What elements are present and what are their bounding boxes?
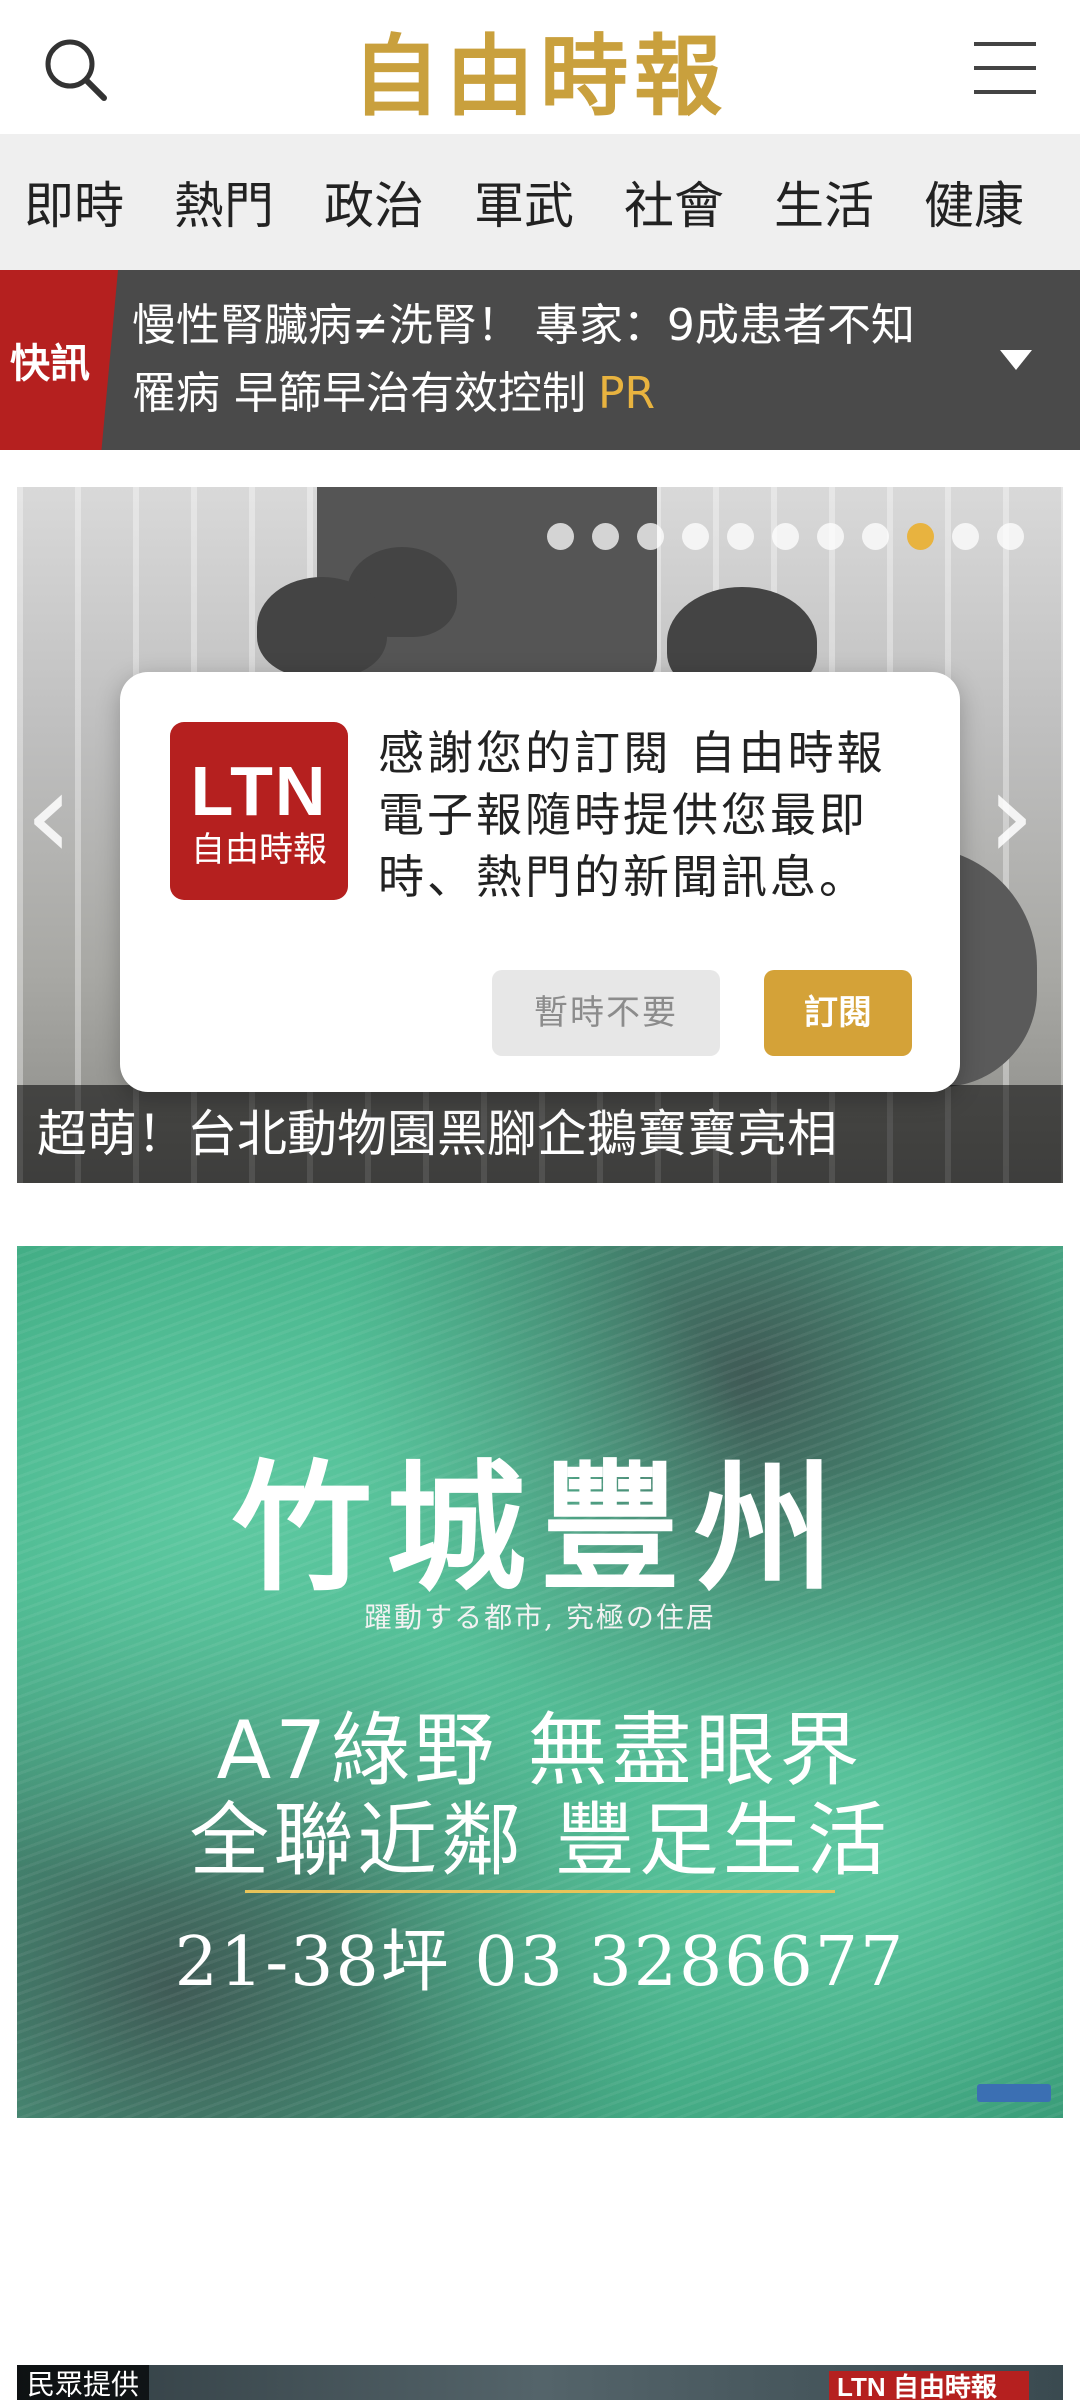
chevron-down-icon[interactable]	[1000, 350, 1032, 370]
ad-tagline: 躍動する都市, 究極の住居	[364, 1601, 716, 1634]
ltn-logo-subtext: 自由時報	[191, 830, 327, 870]
chevron-right-icon[interactable]: ›	[987, 757, 1035, 877]
nav-item-popular[interactable]: 熱門	[149, 166, 299, 238]
nav-item-life[interactable]: 生活	[749, 166, 899, 238]
search-icon	[45, 39, 107, 101]
chevron-left-icon[interactable]: ‹	[25, 757, 73, 877]
menu-button[interactable]	[970, 36, 1040, 100]
carousel-dot[interactable]	[637, 523, 664, 550]
carousel-dot[interactable]	[772, 523, 799, 550]
ad-choices-icon[interactable]	[977, 2084, 1051, 2102]
not-now-button[interactable]: 暫時不要	[492, 970, 720, 1056]
subscribe-button[interactable]: 訂閱	[764, 970, 912, 1056]
ltn-logo-text: LTN	[190, 752, 328, 830]
nav-item-politics[interactable]: 政治	[299, 166, 449, 238]
carousel-dot[interactable]	[727, 523, 754, 550]
ad-contact-info: 21-38坪 03 3286677	[174, 1923, 906, 2002]
hero-image-penguin	[257, 577, 387, 677]
carousel-dot[interactable]	[682, 523, 709, 550]
site-logo[interactable]: 自由時報	[350, 14, 730, 128]
top-header: 自由時報	[0, 0, 1080, 134]
ad-divider	[245, 1890, 835, 1893]
ltn-app-logo: LTN 自由時報	[170, 722, 348, 900]
subscribe-dialog: LTN 自由時報 感謝您的訂閱 自由時報電子報隨時提供您最即時、熱門的新聞訊息。…	[120, 672, 960, 1092]
hamburger-menu-icon	[974, 42, 1036, 94]
ad-brand-title: 竹城豐州	[231, 1447, 848, 1611]
carousel-pagination	[547, 523, 1024, 550]
photo-source-label: 民眾提供	[17, 2365, 150, 2400]
search-button[interactable]	[40, 34, 110, 104]
carousel-dot[interactable]	[547, 523, 574, 550]
carousel-dot[interactable]	[592, 523, 619, 550]
breaking-news-tag: 快訊	[0, 270, 118, 450]
next-story-card[interactable]: 民眾提供 LTN 自由時報	[17, 2365, 1063, 2400]
carousel-dot[interactable]	[997, 523, 1024, 550]
pr-badge: PR	[598, 368, 656, 419]
nav-item-society[interactable]: 社會	[599, 166, 749, 238]
next-story-watermark: LTN 自由時報	[829, 2371, 1029, 2400]
carousel-dot[interactable]	[862, 523, 889, 550]
ad-headline-2: 全聯近鄰 豐足生活	[189, 1794, 891, 1887]
breaking-headline-text: 慢性腎臟病≠洗腎！ 專家：9成患者不知罹病 早篩早治有效控制	[132, 300, 915, 419]
breaking-news-headline[interactable]: 慢性腎臟病≠洗腎！ 專家：9成患者不知罹病 早篩早治有效控制 PR	[132, 292, 952, 428]
breaking-news-bar[interactable]: 快訊 慢性腎臟病≠洗腎！ 專家：9成患者不知罹病 早篩早治有效控制 PR	[0, 270, 1080, 450]
nav-item-instant[interactable]: 即時	[0, 166, 149, 238]
category-nav: 即時 熱門 政治 軍武 社會 生活 健康	[0, 134, 1080, 270]
advertisement-banner[interactable]: 竹城豐州 躍動する都市, 究極の住居 A7綠野 無盡眼界 全聯近鄰 豐足生活 2…	[17, 1246, 1063, 2118]
carousel-dot[interactable]	[817, 523, 844, 550]
carousel-dot[interactable]	[952, 523, 979, 550]
nav-item-military[interactable]: 軍武	[449, 166, 599, 238]
hero-caption[interactable]: 超萌！台北動物園黑腳企鵝寶寶亮相	[17, 1085, 1063, 1183]
carousel-dot-active[interactable]	[907, 523, 934, 550]
nav-item-health[interactable]: 健康	[899, 166, 1049, 238]
subscribe-message: 感謝您的訂閱 自由時報電子報隨時提供您最即時、熱門的新聞訊息。	[378, 726, 886, 904]
